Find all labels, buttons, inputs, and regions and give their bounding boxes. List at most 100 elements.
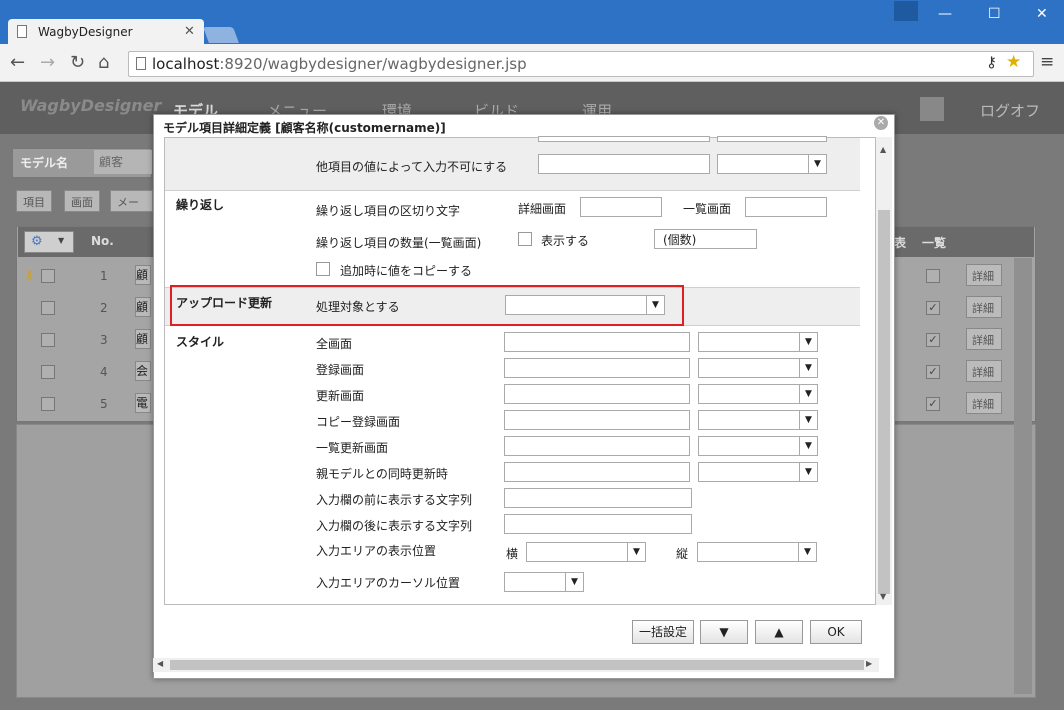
style-row-label: コピー登録画面 <box>316 415 401 429</box>
subtab-fields[interactable]: 項目 <box>16 190 52 212</box>
style-select[interactable]: ▼ <box>698 410 818 430</box>
chevron-down-icon: ▼ <box>799 333 817 351</box>
row-checkbox[interactable] <box>41 397 55 411</box>
row-detail-button[interactable]: 詳細 <box>966 392 1002 414</box>
scrollbar-thumb[interactable] <box>170 660 864 670</box>
model-name-label: モデル名 <box>20 156 69 170</box>
scroll-up-icon[interactable]: ▲ <box>880 145 886 154</box>
copy-on-add-checkbox[interactable] <box>316 262 330 276</box>
style-select[interactable]: ▼ <box>698 462 818 482</box>
highlight-box <box>170 285 684 326</box>
row-checkbox[interactable] <box>41 269 55 283</box>
new-tab-button[interactable] <box>203 27 239 43</box>
ok-button[interactable]: OK <box>810 620 862 644</box>
style-input[interactable] <box>504 436 690 456</box>
chevron-down-icon: ▼ <box>799 359 817 377</box>
model-name-input[interactable]: 顧客 <box>94 150 152 174</box>
row-field[interactable]: 顧 <box>135 265 151 285</box>
row-list-checkbox[interactable]: ✓ <box>926 397 940 411</box>
logoff-link[interactable]: ログオフ <box>980 100 1040 121</box>
row-field[interactable]: 会 <box>135 361 151 381</box>
style-input[interactable] <box>504 358 690 378</box>
row-list-checkbox[interactable]: ✓ <box>926 333 940 347</box>
style-input[interactable] <box>504 410 690 430</box>
vertical-select[interactable]: ▼ <box>697 542 817 562</box>
style-select[interactable]: ▼ <box>698 332 818 352</box>
style-select[interactable]: ▼ <box>698 384 818 404</box>
before-text-input[interactable] <box>504 488 692 508</box>
chevron-down-icon: ▼ <box>798 543 816 561</box>
forward-icon[interactable]: → <box>40 52 55 73</box>
scroll-down-icon[interactable]: ▼ <box>880 592 886 601</box>
after-text-input[interactable] <box>504 514 692 534</box>
maximize-icon[interactable]: ☐ <box>988 6 1001 22</box>
move-down-button[interactable]: ▼ <box>700 620 748 644</box>
close-icon[interactable]: ✕ <box>874 116 888 130</box>
row-detail-button[interactable]: 詳細 <box>966 296 1002 318</box>
key-icon[interactable]: ⚷ <box>986 53 997 71</box>
row-detail-button[interactable]: 詳細 <box>966 360 1002 382</box>
row-checkbox[interactable] <box>41 301 55 315</box>
scroll-left-icon[interactable]: ◀ <box>157 659 163 668</box>
count-input[interactable]: (個数) <box>654 229 757 249</box>
row-checkbox[interactable] <box>41 333 55 347</box>
horizontal-label: 横 <box>506 547 519 561</box>
key-icon: ⚷ <box>24 268 34 283</box>
grid-header-other: 表 <box>894 236 907 250</box>
row-detail-button[interactable]: 詳細 <box>966 328 1002 350</box>
subtab-screens[interactable]: 画面 <box>64 190 100 212</box>
bookmark-star-icon[interactable]: ★ <box>1006 52 1021 72</box>
list-screen-label: 一覧画面 <box>683 202 732 216</box>
subtab-mail[interactable]: メール <box>110 190 153 212</box>
row-field[interactable]: 顧 <box>135 297 151 317</box>
user-icon[interactable] <box>894 1 918 21</box>
disable-condition-select[interactable]: ▼ <box>717 154 827 174</box>
row-list-checkbox[interactable]: ✓ <box>926 365 940 379</box>
style-row-label: 一覧更新画面 <box>316 441 389 455</box>
style-row-label: 親モデルとの同時更新時 <box>316 467 448 481</box>
menu-icon[interactable]: ≡ <box>1040 52 1054 72</box>
row-checkbox[interactable] <box>41 365 55 379</box>
cursor-position-select[interactable]: ▼ <box>504 572 584 592</box>
minimize-icon[interactable]: — <box>938 6 952 22</box>
style-select[interactable]: ▼ <box>698 436 818 456</box>
repeat-count-label: 繰り返し項目の数量(一覧画面) <box>316 236 482 250</box>
home-icon[interactable]: ⌂ <box>98 52 109 73</box>
text-field[interactable] <box>538 136 710 142</box>
horizontal-select[interactable]: ▼ <box>526 542 646 562</box>
reload-icon[interactable]: ↻ <box>70 52 85 73</box>
style-input[interactable] <box>504 462 690 482</box>
area-position-label: 入力エリアの表示位置 <box>316 544 437 558</box>
row-field[interactable]: 顧 <box>135 329 151 349</box>
cursor-position-label: 入力エリアのカーソル位置 <box>316 576 461 590</box>
detail-delimiter-input[interactable] <box>580 197 662 217</box>
row-field[interactable]: 電 <box>135 393 151 413</box>
list-delimiter-input[interactable] <box>745 197 827 217</box>
section-style-label: スタイル <box>176 335 225 349</box>
tab-title: WagbyDesigner <box>38 25 133 39</box>
disable-condition-input[interactable] <box>538 154 710 174</box>
style-row-label: 登録画面 <box>316 363 365 377</box>
row-list-checkbox[interactable]: ✓ <box>926 301 940 315</box>
style-input[interactable] <box>504 384 690 404</box>
style-input[interactable] <box>504 332 690 352</box>
text-field[interactable] <box>717 136 827 142</box>
bulk-setting-button[interactable]: 一括設定 <box>632 620 694 644</box>
gear-icon: ⚙ <box>31 234 43 249</box>
repeat-delimiter-label: 繰り返し項目の区切り文字 <box>316 204 461 218</box>
style-select[interactable]: ▼ <box>698 358 818 378</box>
scrollbar-thumb[interactable] <box>878 210 890 594</box>
row-list-checkbox[interactable] <box>926 269 940 283</box>
speaker-icon[interactable] <box>920 97 944 121</box>
row-detail-button[interactable]: 詳細 <box>966 264 1002 286</box>
scroll-right-icon[interactable]: ▶ <box>866 659 872 668</box>
show-checkbox[interactable] <box>518 232 532 246</box>
close-window-icon[interactable]: ✕ <box>1036 6 1048 22</box>
chevron-down-icon: ▼ <box>799 463 817 481</box>
grid-scrollbar[interactable] <box>1014 258 1032 694</box>
move-up-button[interactable]: ▲ <box>755 620 803 644</box>
grid-tool-button[interactable]: ⚙ ▼ <box>24 231 74 253</box>
close-tab-icon[interactable]: ✕ <box>184 24 195 39</box>
browser-tab[interactable]: WagbyDesigner <box>8 19 204 44</box>
back-icon[interactable]: ← <box>10 52 25 73</box>
